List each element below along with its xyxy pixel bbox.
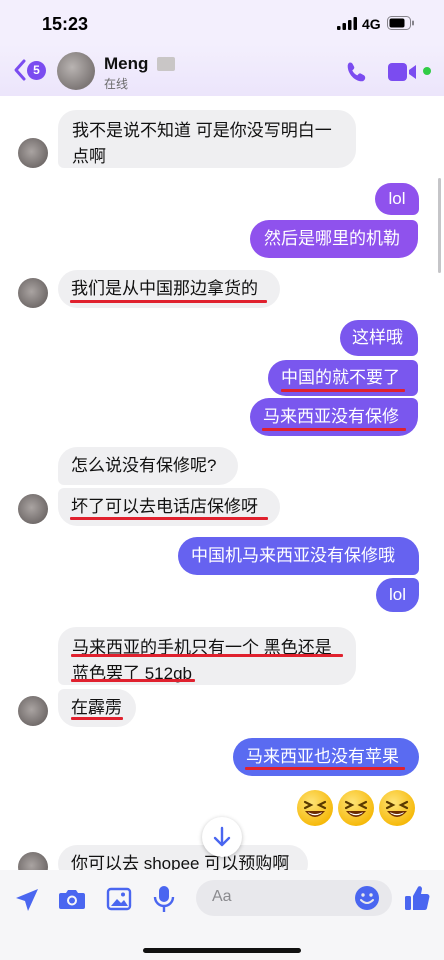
message-input-placeholder: Aa xyxy=(212,888,232,905)
sender-avatar[interactable] xyxy=(18,696,48,726)
battery-icon xyxy=(387,16,414,30)
status-time: 15:23 xyxy=(42,14,89,34)
message-text: lol xyxy=(388,189,406,208)
red-underline-annotation xyxy=(70,517,268,520)
message-text-line: 蓝色罢了 512gb xyxy=(72,664,192,683)
red-underline-annotation xyxy=(71,717,123,720)
emoji-picker-icon[interactable] xyxy=(354,885,380,911)
message-text-line: 点啊 xyxy=(72,147,106,166)
message-text: 中国的就不要了 xyxy=(281,368,400,387)
outgoing-message[interactable]: lol xyxy=(375,183,419,215)
sender-avatar[interactable] xyxy=(18,494,48,524)
incoming-message[interactable]: 坏了可以去电话店保修呀 xyxy=(58,488,280,526)
arrow-down-icon xyxy=(213,826,231,847)
contact-status: 在线 xyxy=(104,77,129,91)
red-underline-annotation xyxy=(71,679,195,682)
red-underline-annotation xyxy=(281,389,405,392)
outgoing-message[interactable]: 马来西亚也没有苹果 xyxy=(233,738,419,776)
message-text: 我们是从中国那边拿货的 xyxy=(71,279,258,298)
message-text: lol xyxy=(388,585,406,604)
contact-avatar[interactable] xyxy=(57,52,95,90)
message-text: 坏了可以去电话店保修呀 xyxy=(71,497,258,516)
message-text-line: 马来西亚的手机只有一个 黑色还是 xyxy=(72,638,332,657)
red-underline-annotation xyxy=(71,654,343,657)
composer-bar: Aa xyxy=(0,870,444,960)
contact-name[interactable]: Meng xyxy=(104,54,148,74)
grinning-squinting-face-icon xyxy=(297,790,333,826)
message-text: 马来西亚没有保修 xyxy=(263,407,399,426)
grinning-squinting-face-icon xyxy=(338,790,374,826)
message-text: 怎么说没有保修呢? xyxy=(71,456,217,475)
scrollbar[interactable] xyxy=(438,178,441,273)
message-text: 在霹雳 xyxy=(71,698,122,717)
outgoing-message[interactable]: 这样哦 xyxy=(340,320,418,356)
contact-name-redaction xyxy=(157,57,175,71)
outgoing-message[interactable]: 中国机马来西亚没有保修哦 xyxy=(178,537,419,575)
message-text: 马来西亚也没有苹果 xyxy=(246,747,399,766)
red-underline-annotation xyxy=(262,428,406,431)
outgoing-message[interactable]: lol xyxy=(376,578,419,612)
sender-avatar[interactable] xyxy=(18,138,48,168)
thumbs-up-icon[interactable] xyxy=(404,884,430,912)
message-text: 然后是哪里的机勒 xyxy=(264,229,400,248)
status-bar: 15:23 4G xyxy=(0,0,444,44)
message-text: 中国机马来西亚没有保修哦 xyxy=(191,546,395,565)
gallery-icon[interactable] xyxy=(106,886,132,912)
location-arrow-icon[interactable] xyxy=(14,887,40,913)
camera-icon[interactable] xyxy=(58,887,86,911)
online-indicator xyxy=(423,67,431,75)
message-input[interactable]: Aa xyxy=(196,880,392,916)
message-text-line: 我不是说不知道 可是你没写明白一 xyxy=(72,121,332,140)
unread-count-badge[interactable]: 5 xyxy=(27,61,46,80)
home-indicator xyxy=(143,948,301,953)
scroll-to-bottom-button[interactable] xyxy=(202,817,242,857)
incoming-message[interactable]: 我不是说不知道 可是你没写明白一 点啊 xyxy=(58,110,356,168)
signal-icon xyxy=(337,17,357,30)
chat-header: 5 Meng 在线 xyxy=(0,44,444,96)
grinning-squinting-face-icon xyxy=(379,790,415,826)
red-underline-annotation xyxy=(245,767,405,770)
incoming-message[interactable]: 在霹雳 xyxy=(58,689,136,727)
incoming-message[interactable]: 怎么说没有保修呢? xyxy=(58,447,238,485)
phone-call-icon[interactable] xyxy=(345,60,369,84)
video-call-icon[interactable] xyxy=(388,62,418,82)
message-text: 这样哦 xyxy=(352,328,403,347)
network-type: 4G xyxy=(362,16,381,32)
red-underline-annotation xyxy=(70,300,267,303)
sender-avatar[interactable] xyxy=(18,278,48,308)
outgoing-message[interactable]: 然后是哪里的机勒 xyxy=(250,220,418,258)
microphone-icon[interactable] xyxy=(153,885,175,913)
